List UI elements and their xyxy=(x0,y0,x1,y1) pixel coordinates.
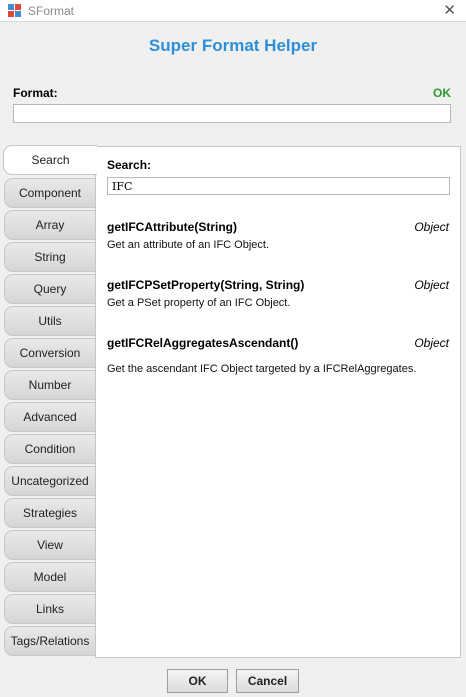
result-type: Object xyxy=(414,336,449,350)
tab-condition[interactable]: Condition xyxy=(4,434,95,464)
result-description: Get a PSet property of an IFC Object. xyxy=(107,297,291,309)
tab-strategies[interactable]: Strategies xyxy=(4,498,95,528)
search-input[interactable] xyxy=(107,177,450,195)
tab-component[interactable]: Component xyxy=(4,178,95,208)
tab-view[interactable]: View xyxy=(4,530,95,560)
tab-links[interactable]: Links xyxy=(4,594,95,624)
tab-advanced[interactable]: Advanced xyxy=(4,402,95,432)
result-type: Object xyxy=(414,220,449,234)
format-input[interactable] xyxy=(13,104,451,123)
cancel-button[interactable]: Cancel xyxy=(236,669,299,693)
result-description: Get the ascendant IFC Object targeted by… xyxy=(107,363,417,375)
search-panel: Search: getIFCAttribute(String) Object G… xyxy=(95,146,461,658)
tab-conversion[interactable]: Conversion xyxy=(4,338,95,368)
tab-number[interactable]: Number xyxy=(4,370,95,400)
title-bar: SFormat ✕ xyxy=(0,0,466,22)
result-name[interactable]: getIFCPSetProperty(String, String) xyxy=(107,278,304,292)
result-description: Get an attribute of an IFC Object. xyxy=(107,239,270,251)
tab-query[interactable]: Query xyxy=(4,274,95,304)
tab-utils[interactable]: Utils xyxy=(4,306,95,336)
tab-tags-relations[interactable]: Tags/Relations xyxy=(4,626,95,656)
close-icon[interactable]: ✕ xyxy=(443,1,456,19)
page-title: Super Format Helper xyxy=(148,36,318,55)
tab-model[interactable]: Model xyxy=(4,562,95,592)
result-name[interactable]: getIFCAttribute(String) xyxy=(107,220,237,234)
format-status: OK xyxy=(433,86,451,100)
app-icon xyxy=(8,4,21,17)
result-type: Object xyxy=(414,278,449,292)
tab-array[interactable]: Array xyxy=(4,210,95,240)
ok-button[interactable]: OK xyxy=(167,669,228,693)
window-title: SFormat xyxy=(28,4,75,18)
search-label: Search: xyxy=(107,158,152,172)
result-name[interactable]: getIFCRelAggregatesAscendant() xyxy=(107,336,298,350)
tab-search[interactable]: Search xyxy=(3,145,97,175)
format-label: Format: xyxy=(13,86,58,100)
tab-uncategorized[interactable]: Uncategorized xyxy=(4,466,95,496)
tab-string[interactable]: String xyxy=(4,242,95,272)
